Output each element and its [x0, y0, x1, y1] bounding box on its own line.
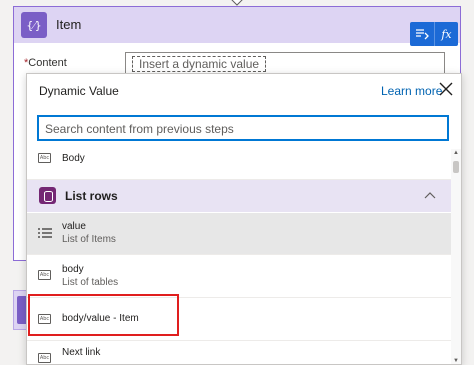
- variable-icon: {⁄}: [21, 12, 47, 38]
- scrollbar[interactable]: ▲ ▼: [451, 149, 461, 364]
- text-type-icon: Abc: [38, 270, 51, 280]
- dynamic-content-icon: [416, 29, 429, 40]
- dataverse-icon: [39, 187, 56, 204]
- scroll-down-icon[interactable]: ▼: [453, 358, 459, 364]
- scroll-thumb[interactable]: [453, 161, 459, 173]
- list-item[interactable]: Abc body List of tables: [27, 256, 451, 298]
- item-description: List of Items: [62, 234, 116, 245]
- dynamic-content-button[interactable]: [410, 22, 434, 46]
- chevron-up-icon[interactable]: [424, 191, 436, 199]
- item-name: body: [62, 264, 84, 275]
- scroll-up-icon[interactable]: ▲: [453, 150, 459, 156]
- insert-dynamic-value-placeholder[interactable]: Insert a dynamic value: [132, 56, 267, 72]
- learn-more-link[interactable]: Learn more: [381, 84, 442, 98]
- item-name: value: [62, 221, 86, 232]
- item-description: List of tables: [62, 277, 119, 288]
- section-header-list-rows[interactable]: List rows: [27, 180, 451, 212]
- list-item[interactable]: Abc Next link: [27, 342, 451, 364]
- search-input[interactable]: [45, 121, 440, 137]
- flyout-title: Dynamic Value: [39, 84, 119, 98]
- item-name: Next link: [62, 347, 101, 358]
- content-label-text: Content: [28, 57, 67, 69]
- item-name: Body: [62, 153, 85, 164]
- list-item[interactable]: value List of Items: [27, 213, 451, 255]
- text-type-icon: Abc: [38, 153, 51, 163]
- flow-designer-canvas: {⁄} Item *Content Insert a dynamic value…: [0, 0, 474, 365]
- list-item[interactable]: Abc Body: [27, 149, 451, 180]
- section-title: List rows: [65, 189, 118, 203]
- text-type-icon: Abc: [38, 353, 51, 363]
- highlight-annotation: [28, 294, 179, 336]
- list-icon: [38, 228, 52, 238]
- content-field-label: *Content: [24, 57, 67, 69]
- expression-button[interactable]: fx: [434, 22, 458, 46]
- search-box[interactable]: [37, 115, 449, 141]
- item-card-header[interactable]: {⁄} Item: [14, 7, 460, 43]
- close-icon[interactable]: [439, 82, 453, 96]
- dynamic-expression-toggle: fx: [410, 22, 458, 46]
- item-card-title: Item: [56, 17, 82, 32]
